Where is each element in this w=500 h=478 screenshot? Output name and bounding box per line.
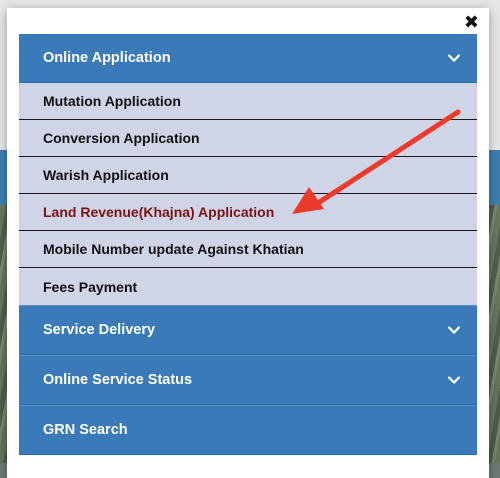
menu-item-warish-application[interactable]: Warish Application xyxy=(19,157,477,194)
menu-item-mobile-number-update[interactable]: Mobile Number update Against Khatian xyxy=(19,231,477,268)
menu-item-land-revenue-application[interactable]: Land Revenue(Khajna) Application xyxy=(19,194,477,231)
section-online-service-status[interactable]: Online Service Status xyxy=(19,355,477,405)
accordion-menu: Online Application Mutation Application … xyxy=(19,34,477,455)
section-label: Service Delivery xyxy=(43,322,156,338)
chevron-down-icon xyxy=(447,323,461,337)
menu-item-mutation-application[interactable]: Mutation Application xyxy=(19,83,477,120)
section-label: GRN Search xyxy=(43,422,128,438)
close-icon[interactable]: ✖ xyxy=(464,14,479,32)
menu-item-fees-payment[interactable]: Fees Payment xyxy=(19,268,477,305)
section-label: Online Service Status xyxy=(43,372,193,388)
menu-modal: ✖ Online Application Mutation Applicatio… xyxy=(7,8,489,478)
menu-item-conversion-application[interactable]: Conversion Application xyxy=(19,120,477,157)
section-service-delivery[interactable]: Service Delivery xyxy=(19,305,477,355)
chevron-down-icon xyxy=(447,51,461,65)
section-online-application[interactable]: Online Application xyxy=(19,34,477,83)
chevron-down-icon xyxy=(447,373,461,387)
section-grn-search[interactable]: GRN Search xyxy=(19,405,477,455)
section-label: Online Application xyxy=(43,50,171,66)
